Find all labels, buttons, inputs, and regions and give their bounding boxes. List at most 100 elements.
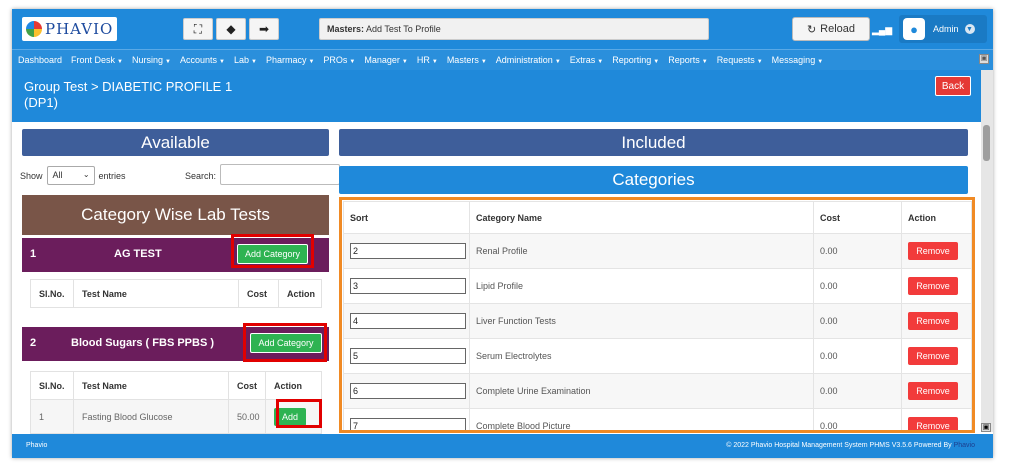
nav-item-accounts[interactable]: Accounts ▼ [180,55,225,65]
available-header: Available [22,129,329,156]
logo-text: PHAVIO [45,20,114,38]
nav-item-reporting[interactable]: Reporting ▼ [612,55,659,65]
user-label: Admin [933,24,959,34]
category-name: AG TEST [114,248,162,260]
page-header: Group Test > DIABETIC PROFILE 1 (DP1) Ba… [12,70,981,122]
entries-control: Show All ⌄ entries [20,166,126,185]
sort-input[interactable] [350,418,466,430]
footer-brand: Phavio [26,442,48,449]
included-categories-panel: Sort Category Name Cost Action Renal Pro… [339,197,975,433]
footer-powered-link[interactable]: Phavio [954,442,975,449]
nav-item-extras[interactable]: Extras ▼ [570,55,603,65]
top-bar: PHAVIO ⛶ ◆ ➡ Masters: Add Test To Profil… [12,9,993,49]
caret-icon: ▼ [597,59,604,65]
refresh-icon: ↻ [806,23,817,36]
nav-item-nursing[interactable]: Nursing ▼ [132,55,171,65]
reload-button[interactable]: ↻ Reload [792,17,870,41]
nav-item-masters[interactable]: Masters ▼ [447,55,487,65]
expand-button[interactable]: ⛶ [183,18,213,40]
sort-input[interactable] [350,313,466,329]
caret-icon: ▼ [308,59,315,65]
remove-button[interactable]: Remove [908,382,958,400]
remove-button[interactable]: Remove [908,417,958,430]
nav-item-dashboard[interactable]: Dashboard [18,55,62,65]
table-row: Complete Urine Examination 0.00 Remove [343,373,972,409]
arrow-left-icon: ◆ [226,22,236,36]
remove-button[interactable]: Remove [908,242,958,260]
user-icon: ● [903,18,925,40]
caret-icon: ▼ [117,59,123,65]
scroll-corner-icon[interactable]: ▣ [981,423,991,432]
sort-input[interactable] [350,348,466,364]
category-tests-table: Sl.No. Test Name Cost Action [30,279,322,308]
nav-item-pros[interactable]: PROs ▼ [323,55,355,65]
caret-icon: ▼ [349,59,356,65]
back-button[interactable]: Back [935,76,971,96]
caret-icon: ▼ [431,59,438,65]
highlight-box [276,399,322,428]
caret-icon: ▼ [701,59,708,65]
sort-input[interactable] [350,278,466,294]
page-title: Group Test > DIABETIC PROFILE 1 (DP1) [24,79,233,110]
caret-icon: ▼ [817,59,824,65]
caret-icon: ▼ [250,59,257,65]
logo-icon [26,21,42,37]
highlight-box [243,323,327,362]
table-row: Serum Electrolytes 0.00 Remove [343,338,972,374]
signal-icon: ▂▄▆ [872,25,893,35]
sort-input[interactable] [350,383,466,399]
caret-icon: ▼ [756,59,763,65]
caret-icon: ▼ [554,59,561,65]
nav-back-button[interactable]: ◆ [216,18,246,40]
categories-header: Categories [339,166,968,194]
nav-item-hr[interactable]: HR ▼ [417,55,438,65]
nav-item-manager[interactable]: Manager ▼ [364,55,407,65]
category-wise-header: Category Wise Lab Tests [22,195,329,235]
table-row: Complete Blood Picture 0.00 Remove [343,408,972,430]
sort-input[interactable] [350,243,466,259]
remove-button[interactable]: Remove [908,277,958,295]
nav-item-administration[interactable]: Administration ▼ [496,55,561,65]
nav-item-messaging[interactable]: Messaging ▼ [772,55,823,65]
entries-label: entries [98,170,126,181]
remove-button[interactable]: Remove [908,347,958,365]
search-label: Search: [185,171,217,181]
reload-label: Reload [820,23,856,35]
caret-icon: ▼ [219,59,225,65]
breadcrumb-value: Add Test To Profile [366,24,441,34]
chevron-down-icon: ⌄ [82,170,90,179]
entries-select[interactable]: All ⌄ [46,166,95,185]
caret-icon: ▼ [480,59,487,65]
nav-item-requests[interactable]: Requests ▼ [717,55,763,65]
nav-forward-button[interactable]: ➡ [249,18,279,40]
nav-item-reports[interactable]: Reports ▼ [668,55,707,65]
main-nav: Dashboard Front Desk ▼ Nursing ▼ Accounts ▼… [12,49,993,70]
included-categories-table: Sort Category Name Cost Action Renal Pro… [343,201,972,430]
arrow-right-icon: ➡ [258,22,270,36]
included-header: Included [339,129,968,156]
caret-icon: ▼ [401,59,408,65]
expand-icon: ⛶ [193,21,203,36]
nav-item-lab[interactable]: Lab ▼ [234,55,257,65]
table-row: Renal Profile 0.00 Remove [343,233,972,269]
caret-icon: ▼ [165,59,171,65]
table-row: Liver Function Tests 0.00 Remove [343,303,972,339]
breadcrumb: Masters: Add Test To Profile [319,18,709,40]
nav-item-front-desk[interactable]: Front Desk ▼ [71,55,123,65]
footer: Phavio © 2022 Phavio Hospital Management… [12,434,993,458]
app-logo[interactable]: PHAVIO [22,17,117,41]
search-input[interactable] [220,164,340,185]
footer-copyright: © 2022 Phavio Hospital Management System… [726,442,975,449]
highlight-box [231,234,314,268]
user-menu[interactable]: ● Admin ▼ [899,15,987,43]
nav-item-pharmacy[interactable]: Pharmacy ▼ [266,55,314,65]
table-row: Lipid Profile 0.00 Remove [343,268,972,304]
show-label: Show [20,170,43,181]
breadcrumb-label: Masters: [327,24,365,34]
caret-icon: ▼ [653,59,660,65]
scrollbar-thumb[interactable] [983,125,990,161]
chevron-down-icon: ▼ [964,24,975,34]
window-restore-icon[interactable]: ▣ [979,54,989,64]
remove-button[interactable]: Remove [908,312,958,330]
category-name: Blood Sugars ( FBS PPBS ) [71,337,215,349]
